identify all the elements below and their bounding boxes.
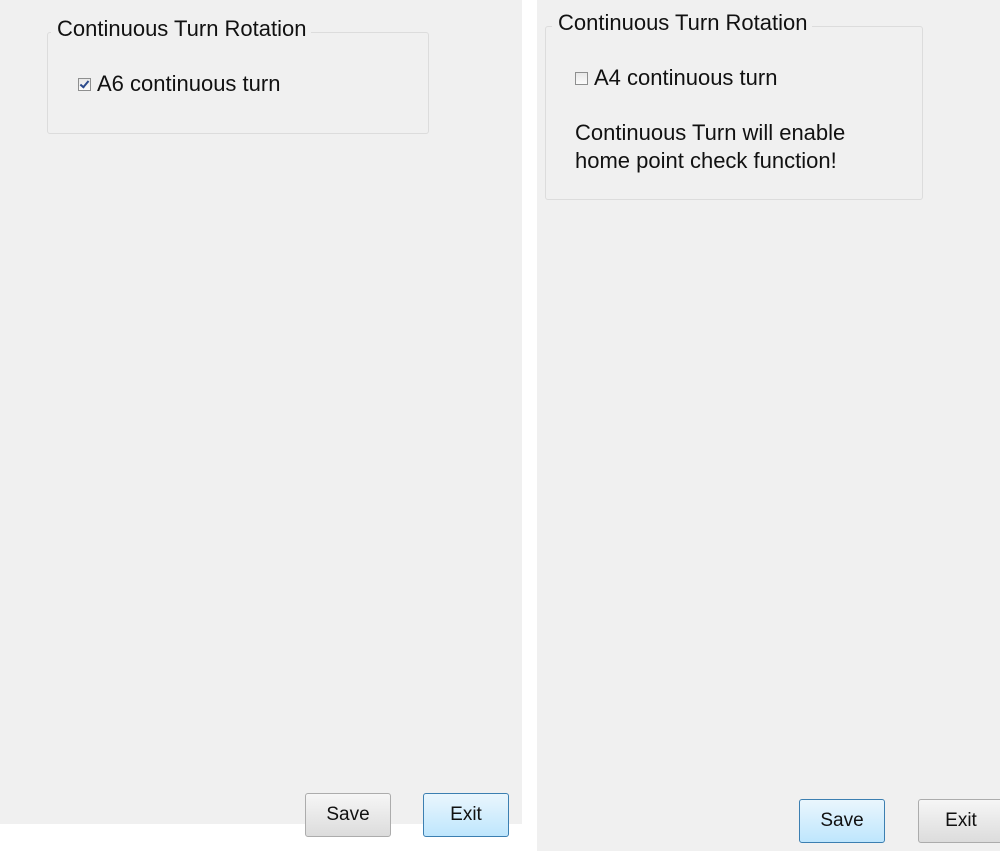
checkbox-label: A6 continuous turn bbox=[97, 71, 281, 96]
checkbox-label: A4 continuous turn bbox=[594, 65, 778, 90]
a6-continuous-turn-checkbox[interactable]: A6 continuous turn bbox=[78, 71, 280, 97]
continuous-turn-groupbox: Continuous Turn Rotation A4 continuous t… bbox=[545, 10, 923, 200]
checkbox-unchecked-icon[interactable] bbox=[575, 71, 588, 85]
exit-button[interactable]: Exit bbox=[918, 799, 1000, 843]
left-settings-panel: Continuous Turn Rotation A6 continuous t… bbox=[0, 0, 522, 837]
checkbox-checked-icon[interactable] bbox=[78, 77, 91, 91]
save-button[interactable]: Save bbox=[305, 793, 391, 837]
continuous-turn-groupbox: Continuous Turn Rotation A6 continuous t… bbox=[47, 16, 429, 134]
save-button[interactable]: Save bbox=[799, 799, 885, 843]
groupbox-title: Continuous Turn Rotation bbox=[51, 16, 311, 42]
right-settings-panel: Continuous Turn Rotation A4 continuous t… bbox=[537, 0, 1000, 851]
a4-continuous-turn-checkbox[interactable]: A4 continuous turn bbox=[575, 65, 777, 91]
groupbox-title: Continuous Turn Rotation bbox=[552, 10, 812, 36]
exit-button[interactable]: Exit bbox=[423, 793, 509, 837]
home-point-check-note: Continuous Turn will enable home point c… bbox=[575, 120, 846, 173]
